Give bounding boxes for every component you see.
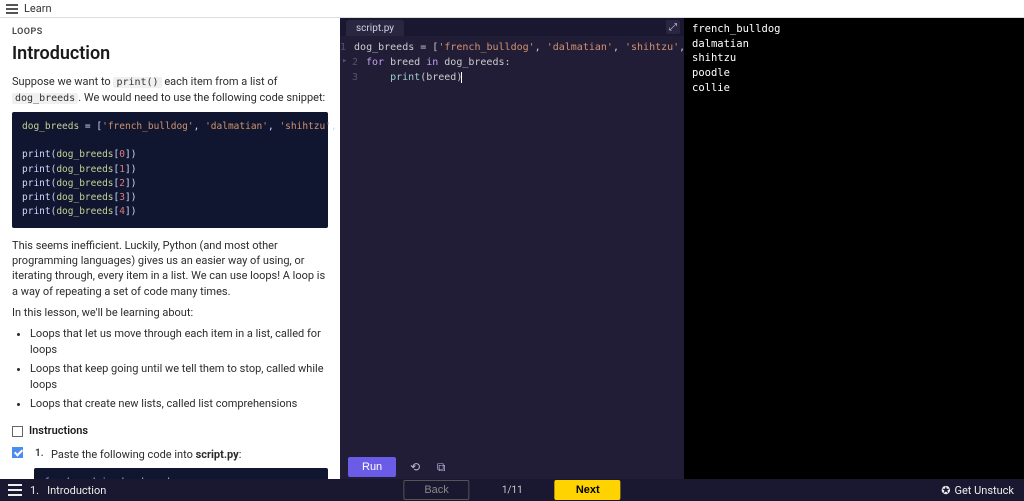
lesson-menu-icon[interactable] bbox=[8, 484, 22, 496]
expand-icon[interactable]: ⤢ bbox=[666, 20, 680, 34]
lesson-number: 1. bbox=[30, 484, 39, 497]
instruction-step: 1. Paste the following code into script.… bbox=[12, 447, 328, 462]
editor-tabs: script.py ⤢ bbox=[340, 18, 684, 36]
back-button[interactable]: Back bbox=[403, 480, 469, 500]
code-block-example: dog_breeds = ['french_bulldog', 'dalmati… bbox=[12, 112, 328, 228]
bottom-bar: 1. Introduction Back 1/11 Next ✪ Get Uns… bbox=[0, 479, 1024, 501]
menu-icon[interactable] bbox=[6, 4, 18, 14]
run-button[interactable]: Run bbox=[348, 457, 396, 477]
lesson-name: Introduction bbox=[47, 484, 106, 497]
lesson-intro: Suppose we want to print() each item fro… bbox=[12, 74, 328, 106]
progress-indicator: 1/11 bbox=[502, 485, 523, 496]
top-bar-label: Learn bbox=[24, 2, 52, 15]
compass-icon: ✪ bbox=[941, 484, 950, 497]
lesson-para: This seems inefficient. Luckily, Python … bbox=[12, 238, 328, 300]
lesson-title: Introduction bbox=[12, 41, 328, 66]
lesson-pane: LOOPS Introduction Suppose we want to pr… bbox=[0, 18, 340, 479]
step-number: 1. bbox=[35, 447, 45, 461]
lesson-kicker: LOOPS bbox=[12, 26, 328, 39]
copy-icon[interactable]: ⧉ bbox=[434, 460, 448, 474]
editor-pane: script.py ⤢ 1dog_breeds = ['french_bulld… bbox=[340, 18, 684, 479]
reset-icon[interactable]: ⟲ bbox=[408, 460, 422, 474]
lesson-bullets: Loops that let us move through each item… bbox=[30, 326, 328, 411]
code-block-paste: for breed in dog_breeds: print(breed) bbox=[34, 468, 328, 479]
output-terminal: french_bulldog dalmatian shihtzu poodle … bbox=[684, 18, 1024, 479]
lesson-para: In this lesson, we'll be learning about: bbox=[12, 305, 328, 320]
list-item: Loops that keep going until we tell them… bbox=[30, 361, 328, 392]
inline-code: print() bbox=[113, 77, 161, 88]
editor-toolbar: Run ⟲ ⧉ bbox=[340, 455, 684, 479]
inline-code: dog_breeds bbox=[12, 93, 78, 104]
square-icon bbox=[12, 426, 23, 437]
instructions-heading: Instructions bbox=[12, 423, 328, 438]
top-bar: Learn bbox=[0, 0, 1024, 18]
get-unstuck-button[interactable]: ✪ Get Unstuck bbox=[941, 484, 1024, 497]
checkbox-checked-icon bbox=[12, 447, 23, 458]
list-item: Loops that create new lists, called list… bbox=[30, 396, 328, 411]
list-item: Loops that let us move through each item… bbox=[30, 326, 328, 357]
editor-tab[interactable]: script.py bbox=[346, 20, 404, 36]
code-editor[interactable]: 1dog_breeds = ['french_bulldog', 'dalmat… bbox=[340, 36, 684, 455]
next-button[interactable]: Next bbox=[555, 480, 621, 500]
